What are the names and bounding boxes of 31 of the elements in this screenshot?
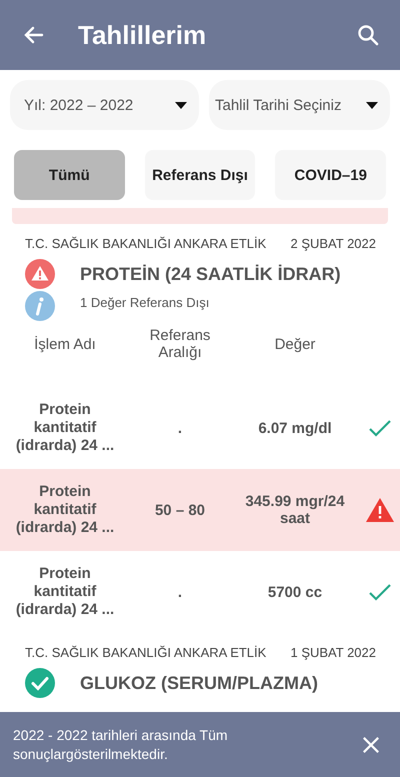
test-date: 1 ŞUBAT 2022 [290, 645, 376, 660]
caret-icon [366, 102, 378, 108]
screen-title: Tahlillerim [78, 20, 208, 50]
table-cell-text: 5700 cc [266, 584, 324, 600]
table-cell-text: . [176, 420, 184, 436]
column-header: Referans Aralığı [148, 327, 212, 361]
dropdown[interactable]: Yıl: 2022 – 2022 [10, 80, 199, 130]
table-cell: Protein kantitatif (idrarda) 24 ... [15, 401, 115, 455]
test-date: 2 ŞUBAT 2022 [290, 236, 376, 251]
hospital-name: T.C. SAĞLIK BAKANLIĞI ANKARA ETLİK [25, 645, 266, 660]
search-icon[interactable] [356, 23, 380, 47]
table-cell-text: 50 – 80 [154, 502, 206, 518]
test-name: PROTEİN (24 SAATLİK İDRAR) [80, 264, 341, 284]
hospital-name: T.C. SAĞLIK BAKANLIĞI ANKARA ETLİK [25, 236, 266, 251]
table-cell-text: 6.07 mg/dl [257, 420, 333, 436]
table-cell: Protein kantitatif (idrarda) 24 ... [15, 565, 115, 619]
close-icon[interactable] [362, 736, 380, 754]
snackbar-message: 2022 - 2022 tarihleri arasında Tüm sonuçlargösterilmektedir. [13, 726, 229, 763]
table-cell-text: 345.99 mgr/24 saat [244, 493, 346, 527]
filter-tab[interactable]: Tümü [14, 150, 125, 200]
caret-icon [175, 102, 187, 108]
column-header: İşlem Adı [33, 336, 97, 352]
table-cell-text: . [176, 584, 184, 600]
info-text: 1 Değer Referans Dışı [80, 294, 210, 310]
filter-tab[interactable]: Referans Dışı [144, 150, 256, 200]
filter-tab[interactable]: COVID–19 [275, 150, 386, 200]
info-icon [25, 291, 55, 321]
table-cell: Protein kantitatif (idrarda) 24 ... [15, 483, 115, 537]
column-header: Değer [274, 336, 316, 352]
dropdown[interactable]: Tahlil Tarihi Seçiniz [209, 80, 390, 130]
test-name: GLUKOZ (SERUM/PLAZMA) [80, 672, 318, 694]
